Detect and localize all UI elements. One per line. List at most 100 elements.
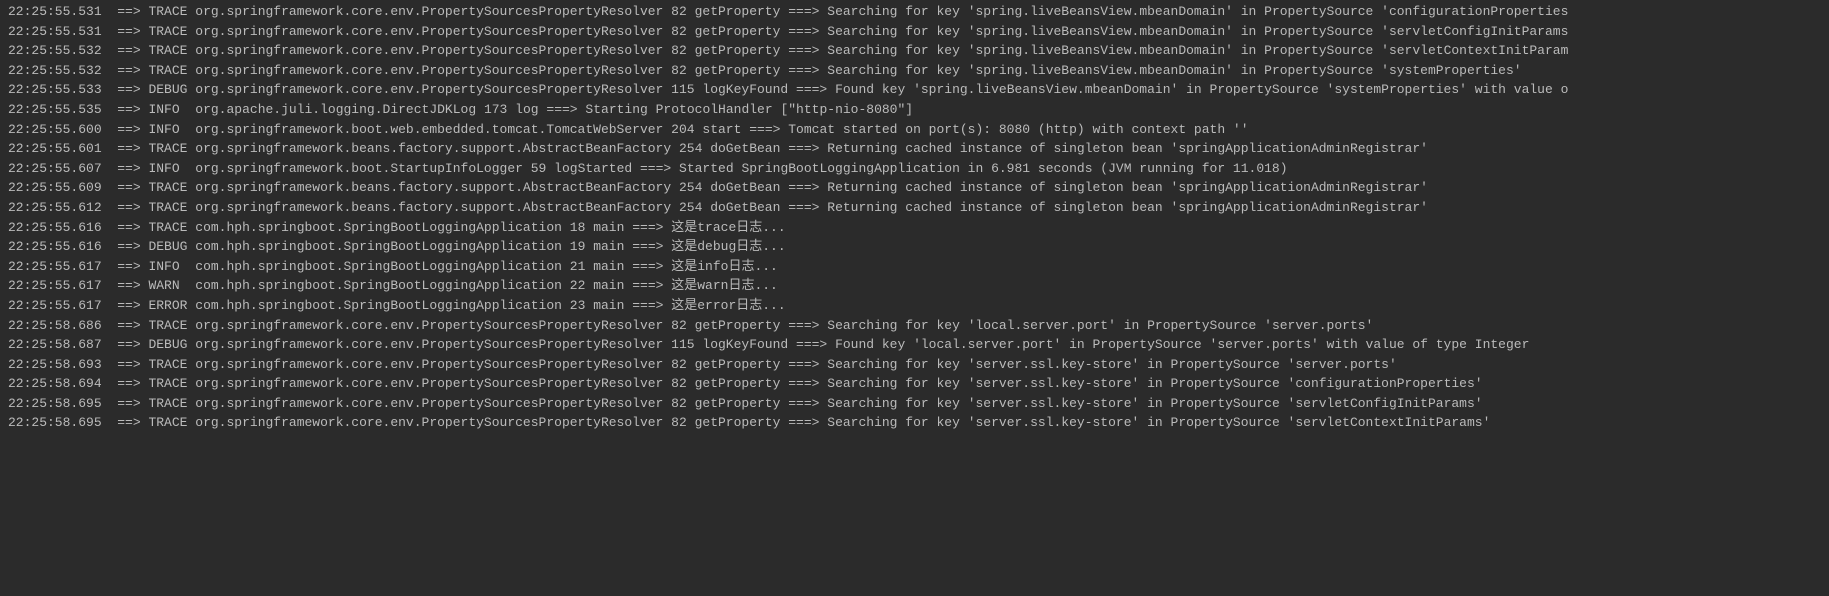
log-logger: org.springframework.beans.factory.suppor… [195, 141, 671, 156]
log-level: TRACE [148, 24, 187, 39]
log-arrow: ==> [117, 200, 140, 215]
log-line[interactable]: 22:25:55.532 ==> TRACE org.springframewo… [0, 41, 1829, 61]
log-line[interactable]: 22:25:55.616 ==> TRACE com.hph.springboo… [0, 218, 1829, 238]
log-lineno: 204 [671, 122, 694, 137]
log-arrow: ==> [117, 24, 140, 39]
log-message: 这是error日志... [671, 298, 785, 313]
log-line[interactable]: 22:25:58.693 ==> TRACE org.springframewo… [0, 355, 1829, 375]
log-timestamp: 22:25:55.531 [8, 4, 102, 19]
log-lineno: 23 [570, 298, 586, 313]
log-arrow: ==> [117, 259, 140, 274]
log-line[interactable]: 22:25:55.532 ==> TRACE org.springframewo… [0, 61, 1829, 81]
log-arrow: ==> [117, 102, 140, 117]
log-line[interactable]: 22:25:55.617 ==> INFO com.hph.springboot… [0, 257, 1829, 277]
log-line[interactable]: 22:25:58.695 ==> TRACE org.springframewo… [0, 413, 1829, 433]
log-arrow: ==> [117, 239, 140, 254]
log-line[interactable]: 22:25:55.535 ==> INFO org.apache.juli.lo… [0, 100, 1829, 120]
log-line[interactable]: 22:25:58.694 ==> TRACE org.springframewo… [0, 374, 1829, 394]
log-method: getProperty [695, 357, 781, 372]
log-method: getProperty [695, 318, 781, 333]
log-line[interactable]: 22:25:58.687 ==> DEBUG org.springframewo… [0, 335, 1829, 355]
log-lineno: 82 [671, 24, 687, 39]
log-message: Searching for key 'server.ssl.key-store'… [827, 357, 1397, 372]
log-method: getProperty [695, 63, 781, 78]
log-lineno: 19 [570, 239, 586, 254]
log-logger: com.hph.springboot.SpringBootLoggingAppl… [195, 220, 562, 235]
log-message: Returning cached instance of singleton b… [827, 200, 1428, 215]
log-separator: ===> [788, 63, 819, 78]
log-arrow: ==> [117, 161, 140, 176]
log-level: ERROR [148, 298, 187, 313]
log-lineno: 173 [484, 102, 507, 117]
log-arrow: ==> [117, 396, 140, 411]
log-separator: ===> [788, 43, 819, 58]
log-method: main [593, 298, 624, 313]
log-message: 这是info日志... [671, 259, 778, 274]
log-timestamp: 22:25:55.617 [8, 298, 102, 313]
log-timestamp: 22:25:58.693 [8, 357, 102, 372]
log-message: Returning cached instance of singleton b… [827, 141, 1428, 156]
log-line[interactable]: 22:25:58.695 ==> TRACE org.springframewo… [0, 394, 1829, 414]
log-output-panel[interactable]: 22:25:55.531 ==> TRACE org.springframewo… [0, 2, 1829, 433]
log-method: getProperty [695, 4, 781, 19]
log-lineno: 254 [679, 180, 702, 195]
log-separator: ===> [796, 337, 827, 352]
log-line[interactable]: 22:25:55.617 ==> WARN com.hph.springboot… [0, 276, 1829, 296]
log-arrow: ==> [117, 122, 140, 137]
log-line[interactable]: 22:25:55.531 ==> TRACE org.springframewo… [0, 2, 1829, 22]
log-line[interactable]: 22:25:55.609 ==> TRACE org.springframewo… [0, 178, 1829, 198]
log-message: Searching for key 'spring.liveBeansView.… [827, 4, 1568, 19]
log-line[interactable]: 22:25:55.617 ==> ERROR com.hph.springboo… [0, 296, 1829, 316]
log-separator: ===> [796, 82, 827, 97]
log-level: DEBUG [148, 82, 187, 97]
log-method: doGetBean [710, 180, 780, 195]
log-logger: org.springframework.core.env.PropertySou… [195, 318, 663, 333]
log-method: main [593, 239, 624, 254]
log-line[interactable]: 22:25:55.612 ==> TRACE org.springframewo… [0, 198, 1829, 218]
log-line[interactable]: 22:25:58.686 ==> TRACE org.springframewo… [0, 316, 1829, 336]
log-level: TRACE [148, 376, 187, 391]
log-logger: com.hph.springboot.SpringBootLoggingAppl… [195, 259, 562, 274]
log-logger: org.springframework.core.env.PropertySou… [195, 4, 663, 19]
log-separator: ===> [546, 102, 577, 117]
log-method: doGetBean [710, 200, 780, 215]
log-arrow: ==> [117, 278, 140, 293]
log-message: Searching for key 'spring.liveBeansView.… [827, 63, 1521, 78]
log-method: getProperty [695, 376, 781, 391]
log-message: Searching for key 'spring.liveBeansView.… [827, 43, 1568, 58]
log-arrow: ==> [117, 220, 140, 235]
log-timestamp: 22:25:55.607 [8, 161, 102, 176]
log-logger: org.springframework.core.env.PropertySou… [195, 82, 663, 97]
log-timestamp: 22:25:58.695 [8, 415, 102, 430]
log-method: log [515, 102, 538, 117]
log-timestamp: 22:25:58.686 [8, 318, 102, 333]
log-line[interactable]: 22:25:55.600 ==> INFO org.springframewor… [0, 120, 1829, 140]
log-message: Searching for key 'spring.liveBeansView.… [827, 24, 1568, 39]
log-line[interactable]: 22:25:55.531 ==> TRACE org.springframewo… [0, 22, 1829, 42]
log-separator: ===> [632, 220, 663, 235]
log-arrow: ==> [117, 337, 140, 352]
log-arrow: ==> [117, 298, 140, 313]
log-lineno: 115 [671, 337, 694, 352]
log-level: TRACE [148, 141, 187, 156]
log-logger: org.springframework.beans.factory.suppor… [195, 200, 671, 215]
log-separator: ===> [788, 141, 819, 156]
log-message: Starting ProtocolHandler ["http-nio-8080… [585, 102, 913, 117]
log-logger: org.springframework.core.env.PropertySou… [195, 357, 663, 372]
log-method: logKeyFound [702, 337, 788, 352]
log-line[interactable]: 22:25:55.607 ==> INFO org.springframewor… [0, 159, 1829, 179]
log-method: start [702, 122, 741, 137]
log-separator: ===> [632, 259, 663, 274]
log-arrow: ==> [117, 82, 140, 97]
log-line[interactable]: 22:25:55.533 ==> DEBUG org.springframewo… [0, 80, 1829, 100]
log-timestamp: 22:25:55.533 [8, 82, 102, 97]
log-lineno: 82 [671, 43, 687, 58]
log-lineno: 254 [679, 141, 702, 156]
log-message: Searching for key 'server.ssl.key-store'… [827, 396, 1482, 411]
log-level: INFO [148, 161, 187, 176]
log-message: 这是warn日志... [671, 278, 778, 293]
log-separator: ===> [632, 278, 663, 293]
log-line[interactable]: 22:25:55.601 ==> TRACE org.springframewo… [0, 139, 1829, 159]
log-level: TRACE [148, 357, 187, 372]
log-line[interactable]: 22:25:55.616 ==> DEBUG com.hph.springboo… [0, 237, 1829, 257]
